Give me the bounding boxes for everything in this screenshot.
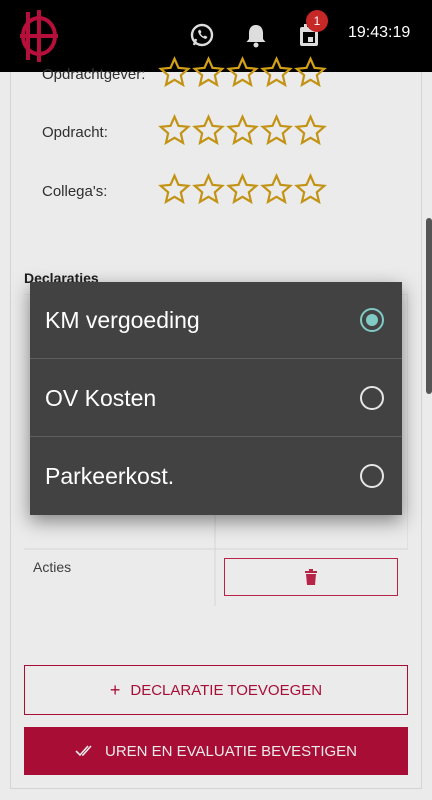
bell-icon[interactable] (241, 20, 271, 50)
option-ov-kosten[interactable]: OV Kosten (30, 360, 402, 437)
option-label: OV Kosten (45, 385, 157, 411)
option-km-vergoeding[interactable]: KM vergoeding (30, 282, 402, 359)
scrollbar[interactable] (426, 218, 432, 394)
notification-badge: 1 (306, 10, 328, 32)
radio-button[interactable] (360, 464, 384, 488)
option-parkeerkosten[interactable]: Parkeerkost. (30, 438, 402, 515)
option-label: Parkeerkost. (45, 463, 175, 489)
whatsapp-icon[interactable] (187, 20, 217, 50)
clock: 19:43:19 (348, 24, 411, 41)
radio-button[interactable] (360, 308, 384, 332)
option-label: KM vergoeding (45, 307, 200, 333)
company-logo[interactable] (16, 6, 62, 66)
radio-button[interactable] (360, 386, 384, 410)
expense-type-dialog: KM vergoeding OV Kosten Parkeerkost. (30, 282, 402, 515)
